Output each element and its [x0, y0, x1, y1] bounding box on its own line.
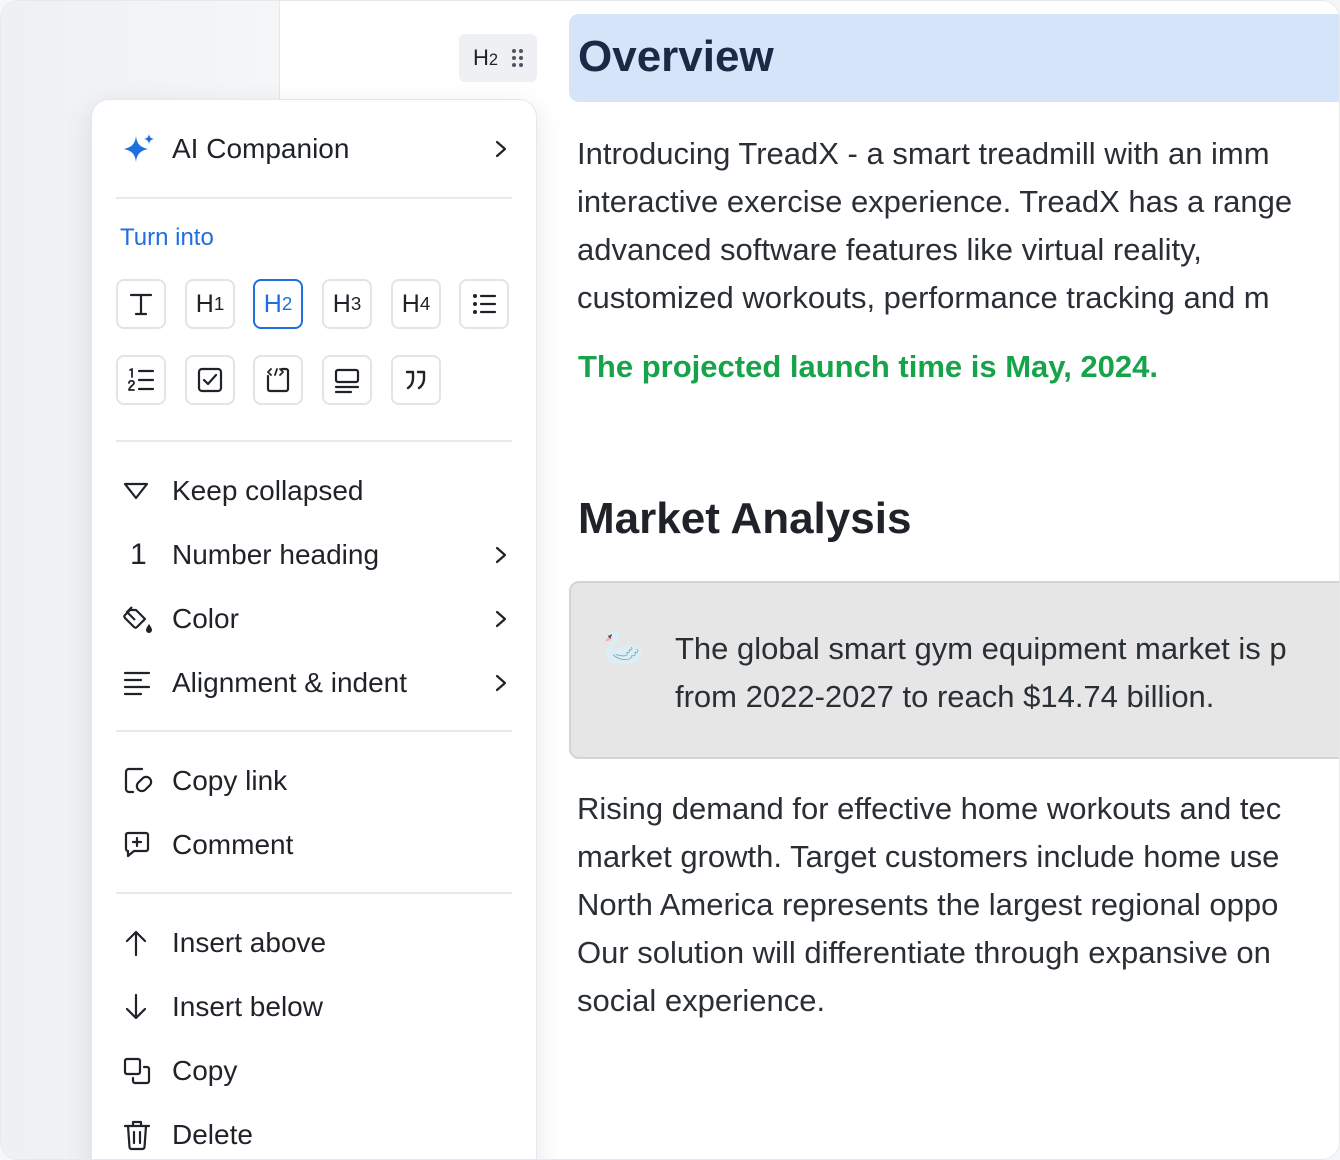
menu-item-label: Copy link: [172, 765, 288, 796]
menu-item-label: Copy: [172, 1055, 238, 1086]
trash-icon: [122, 1115, 162, 1155]
arrow-down-icon: [122, 987, 162, 1027]
menu-item-alignment-indent[interactable]: Alignment & indent: [122, 663, 512, 703]
menu-item-number-heading[interactable]: 1 Number heading: [122, 535, 512, 575]
intro-line: interactive exercise experience. TreadX …: [577, 184, 1293, 219]
chevron-right-icon: [494, 669, 508, 697]
menu-item-label: Keep collapsed: [172, 475, 364, 506]
callout-line: The global smart gym equipment market is…: [675, 631, 1287, 666]
menu-item-label: Color: [172, 603, 239, 634]
menu-divider: [116, 730, 512, 732]
quote-icon: [405, 370, 426, 390]
menu-item-insert-above[interactable]: Insert above: [122, 923, 512, 963]
heading-block-overview[interactable]: Overview: [569, 14, 1339, 102]
intro-line: customized workouts, performance trackin…: [577, 280, 1270, 315]
menu-item-ai-companion[interactable]: AI Companion: [122, 129, 512, 169]
link-icon: [122, 761, 162, 801]
menu-item-label: Insert below: [172, 991, 323, 1022]
numbered-list-icon: [128, 368, 155, 391]
number-one-icon: 1: [130, 538, 147, 571]
body-line: Rising demand for effective home workout…: [577, 791, 1282, 826]
launch-note: The projected launch time is May, 2024.: [578, 349, 1159, 384]
checkbox-icon: [197, 367, 223, 393]
turn-into-quote-button[interactable]: [391, 355, 441, 405]
app-window: H2 Overview Introducing TreadX - a smart…: [0, 0, 1340, 1160]
section-heading-market-analysis: Market Analysis: [578, 494, 912, 543]
turn-into-bullet-list-button[interactable]: [459, 279, 509, 329]
turn-into-numbered-list-button[interactable]: [116, 355, 166, 405]
code-block-icon: [266, 367, 290, 393]
callout-line: from 2022-2027 to reach $14.74 billion.: [675, 679, 1215, 714]
menu-item-label: Number heading: [172, 539, 380, 570]
turn-into-h3-button[interactable]: H3: [322, 279, 372, 329]
menu-item-copy-link[interactable]: Copy link: [122, 761, 512, 801]
chevron-right-icon: [494, 605, 508, 633]
body-line: social experience.: [577, 983, 826, 1018]
intro-line: Introducing TreadX - a smart treadmill w…: [577, 136, 1270, 171]
arrow-up-icon: [122, 923, 162, 963]
block-handle[interactable]: H2: [459, 34, 537, 82]
menu-item-comment[interactable]: Comment: [122, 825, 512, 865]
chevron-right-icon: [494, 135, 508, 163]
turn-into-checkbox-button[interactable]: [185, 355, 235, 405]
body-line: market growth. Target customers include …: [577, 839, 1280, 874]
menu-item-label: Alignment & indent: [172, 667, 408, 698]
text-type-icon: [129, 293, 153, 316]
menu-divider: [116, 197, 512, 199]
sparkle-icon: [122, 129, 162, 169]
turn-into-text-button[interactable]: [116, 279, 166, 329]
menu-item-label: Insert above: [172, 927, 327, 958]
menu-item-label: Delete: [172, 1119, 253, 1150]
callout-text: The global smart gym equipment market is…: [675, 625, 1287, 721]
turn-into-callout-button[interactable]: [322, 355, 372, 405]
menu-item-insert-below[interactable]: Insert below: [122, 987, 512, 1027]
chevron-right-icon: [494, 541, 508, 569]
turn-into-code-block-button[interactable]: [253, 355, 303, 405]
body-line: Our solution will differentiate through …: [577, 935, 1271, 970]
comment-add-icon: [122, 825, 162, 865]
menu-item-color[interactable]: Color: [122, 599, 512, 639]
heading-text: Overview: [578, 32, 774, 81]
menu-item-label: AI Companion: [172, 133, 350, 164]
swan-emoji-icon[interactable]: 🦢: [603, 628, 645, 668]
copy-icon: [122, 1051, 162, 1091]
paint-bucket-icon: [122, 599, 162, 639]
turn-into-h1-button[interactable]: H1: [185, 279, 235, 329]
menu-divider: [116, 440, 512, 442]
turn-into-label: Turn into: [120, 224, 214, 251]
bullet-list-icon: [473, 294, 497, 314]
drag-handle-icon[interactable]: [512, 49, 524, 67]
align-left-icon: [122, 663, 162, 703]
block-type-indicator: H2: [472, 45, 499, 70]
menu-item-keep-collapsed[interactable]: Keep collapsed: [122, 471, 512, 511]
menu-divider: [116, 892, 512, 894]
turn-into-h2-button[interactable]: H2: [253, 279, 303, 329]
menu-item-copy[interactable]: Copy: [122, 1051, 512, 1091]
collapse-triangle-icon: [122, 471, 162, 511]
body-line: North America represents the largest reg…: [577, 887, 1279, 922]
block-context-menu: AI Companion Turn into H1 H2 H3 H4 Keep …: [91, 99, 537, 1159]
callout-block[interactable]: 🦢 The global smart gym equipment market …: [569, 581, 1339, 759]
menu-item-label: Comment: [172, 829, 294, 860]
turn-into-h4-button[interactable]: H4: [391, 279, 441, 329]
menu-item-delete[interactable]: Delete: [122, 1115, 512, 1155]
callout-icon: [334, 368, 360, 394]
intro-line: advanced software features like virtual …: [577, 232, 1202, 267]
